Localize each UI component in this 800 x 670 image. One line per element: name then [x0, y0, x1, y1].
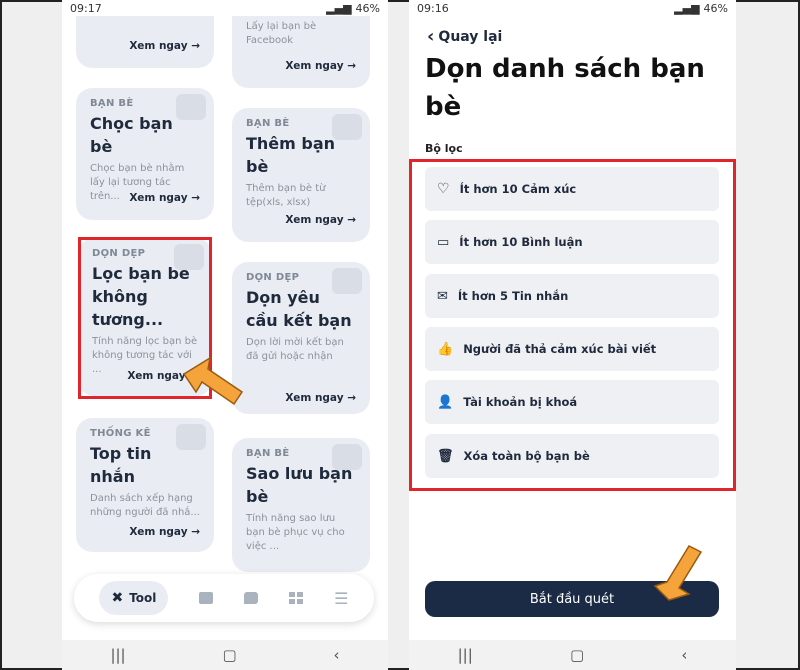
- view-now-link[interactable]: Xem ngay →: [285, 60, 356, 72]
- card-watermark-icon: [332, 444, 362, 470]
- right-phone-screen: 09:16 ▂▄▆ 46% ‹ Quay lại Dọn danh sách bạ…: [409, 0, 736, 670]
- card-watermark-icon: [176, 424, 206, 450]
- recent-apps-icon[interactable]: |||: [110, 646, 125, 664]
- back-nav-icon[interactable]: ‹: [681, 646, 687, 664]
- view-now-link[interactable]: Xem ngay →: [129, 192, 200, 204]
- card-desc: Danh sách xếp hạng những người đã nhắ...: [90, 493, 200, 518]
- tab-tool[interactable]: ✖ Tool: [99, 581, 169, 615]
- highlight-box: [409, 159, 736, 491]
- left-phone-screen: 09:17 ▂▄▆ 46% Xem ngay → Lấy lại bạn bè F…: [62, 0, 388, 670]
- chevron-left-icon: ‹: [427, 26, 435, 47]
- back-nav-icon[interactable]: ‹: [334, 646, 340, 664]
- tab-menu-icon[interactable]: ☰: [334, 589, 348, 608]
- page-title: Dọn danh sách bạn bè: [425, 54, 705, 122]
- back-label: Quay lại: [438, 28, 503, 45]
- signal-icon: ▂▄▆: [674, 1, 700, 15]
- status-time: 09:16: [417, 1, 449, 15]
- filter-section-label: Bộ lọc: [425, 142, 463, 155]
- tool-card-top-messages[interactable]: THỐNG KÊ Top tin nhắn Danh sách xếp hạng…: [76, 418, 214, 552]
- battery-level: 46%: [355, 1, 380, 15]
- card-desc: Thêm bạn bè từ tệp(xls, xlsx): [246, 183, 326, 208]
- bottom-tab-bar: ✖ Tool ☰: [74, 574, 374, 622]
- tools-icon: ✖: [111, 590, 124, 606]
- card-watermark-icon: [176, 94, 206, 120]
- recent-apps-icon[interactable]: |||: [458, 646, 473, 664]
- back-button[interactable]: ‹ Quay lại: [427, 26, 502, 47]
- android-nav-bar: ||| ▢ ‹: [62, 640, 388, 670]
- status-bar: 09:17 ▂▄▆ 46%: [62, 0, 388, 16]
- status-bar: 09:16 ▂▄▆ 46%: [409, 0, 736, 16]
- tool-card-backup-friends[interactable]: BẠN BÈ Sao lưu bạn bè Tính năng sao lưu …: [232, 438, 370, 572]
- tool-card-clean-requests[interactable]: DỌN DẸP Dọn yêu cầu kết bạn Dọn lời mời …: [232, 262, 370, 414]
- card-desc: Tính năng sao lưu bạn bè phục vụ cho việ…: [246, 513, 345, 552]
- status-time: 09:17: [70, 1, 102, 15]
- tab-tool-label: Tool: [129, 591, 157, 605]
- view-now-link[interactable]: Xem ngay →: [129, 526, 200, 538]
- card-watermark-icon: [332, 114, 362, 140]
- view-now-link[interactable]: Xem ngay →: [285, 214, 356, 226]
- view-now-link[interactable]: Xem ngay →: [129, 40, 200, 52]
- tool-card-poke-friends[interactable]: BẠN BÈ Chọc bạn bè Chọc bạn bè nhằm lấy …: [76, 88, 214, 220]
- pointer-arrow-icon: [653, 545, 703, 601]
- view-now-link[interactable]: Xem ngay →: [285, 392, 356, 404]
- card-watermark-icon: [332, 268, 362, 294]
- home-icon[interactable]: ▢: [570, 646, 584, 664]
- signal-icon: ▂▄▆: [326, 1, 352, 15]
- battery-level: 46%: [703, 1, 728, 15]
- pointer-arrow-icon: [182, 356, 244, 406]
- tab-chat-icon[interactable]: [244, 592, 259, 604]
- tab-calendar-icon[interactable]: [199, 592, 214, 604]
- card-desc: Lấy lại bạn bè Facebook: [246, 21, 317, 46]
- card-desc: Dọn lời mời kết bạn đã gửi hoặc nhận: [246, 337, 344, 362]
- tool-card-add-friends[interactable]: BẠN BÈ Thêm bạn bè Thêm bạn bè từ tệp(xl…: [232, 108, 370, 242]
- home-icon[interactable]: ▢: [222, 646, 236, 664]
- android-nav-bar: ||| ▢ ‹: [409, 640, 736, 670]
- tab-grid-icon[interactable]: [289, 592, 304, 604]
